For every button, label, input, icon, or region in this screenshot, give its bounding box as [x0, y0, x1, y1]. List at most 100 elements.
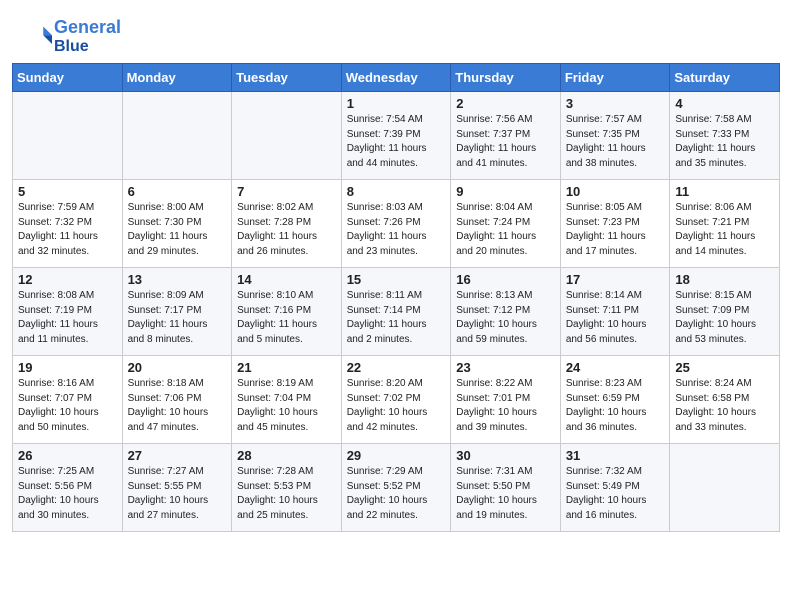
calendar-cell [232, 92, 342, 180]
day-number: 13 [128, 272, 227, 287]
calendar-week-row: 1Sunrise: 7:54 AM Sunset: 7:39 PM Daylig… [13, 92, 780, 180]
calendar-cell: 23 Sunrise: 8:22 AM Sunset: 7:01 PM Dayli… [451, 356, 561, 444]
day-number: 20 [128, 360, 227, 375]
calendar-cell: 6Sunrise: 8:00 AM Sunset: 7:30 PM Daylig… [122, 180, 232, 268]
day-info: Sunrise: 7:58 AM Sunset: 7:33 PM Dayligh… [675, 113, 774, 171]
calendar-cell: 13 Sunrise: 8:09 AM Sunset: 7:17 PM Dayli… [122, 268, 232, 356]
calendar-cell: 22 Sunrise: 8:20 AM Sunset: 7:02 PM Dayli… [341, 356, 451, 444]
day-info: Sunrise: 8:14 AM Sunset: 7:11 PM Dayligh… [566, 289, 665, 347]
day-number: 19 [18, 360, 117, 375]
day-number: 7 [237, 184, 336, 199]
calendar-cell: 4 Sunrise: 7:58 AM Sunset: 7:33 PM Daylig… [670, 92, 780, 180]
page-header: General Blue [0, 0, 792, 63]
weekday-header-thursday: Thursday [451, 64, 561, 92]
day-number: 11 [675, 184, 774, 199]
calendar-cell: 10 Sunrise: 8:05 AM Sunset: 7:23 PM Dayli… [560, 180, 670, 268]
calendar-table: SundayMondayTuesdayWednesdayThursdayFrid… [12, 63, 780, 532]
day-info: Sunrise: 8:24 AM Sunset: 6:58 PM Dayligh… [675, 377, 774, 435]
day-number: 29 [347, 448, 446, 463]
day-info: Sunrise: 8:18 AM Sunset: 7:06 PM Dayligh… [128, 377, 227, 435]
day-number: 24 [566, 360, 665, 375]
logo: General Blue [24, 18, 121, 55]
calendar-cell: 27 Sunrise: 7:27 AM Sunset: 5:55 PM Dayli… [122, 444, 232, 532]
calendar-cell: 5 Sunrise: 7:59 AM Sunset: 7:32 PM Daylig… [13, 180, 123, 268]
calendar-cell: 14 Sunrise: 8:10 AM Sunset: 7:16 PM Dayli… [232, 268, 342, 356]
day-number: 1 [347, 96, 446, 111]
day-number: 3 [566, 96, 665, 111]
day-info: Sunrise: 8:05 AM Sunset: 7:23 PM Dayligh… [566, 201, 665, 259]
logo-icon [24, 23, 52, 51]
weekday-header-tuesday: Tuesday [232, 64, 342, 92]
day-info: Sunrise: 8:02 AM Sunset: 7:28 PM Dayligh… [237, 201, 336, 259]
calendar-cell: 26 Sunrise: 7:25 AM Sunset: 5:56 PM Dayli… [13, 444, 123, 532]
day-info: Sunrise: 8:04 AM Sunset: 7:24 PM Dayligh… [456, 201, 555, 259]
calendar-cell [122, 92, 232, 180]
day-number: 21 [237, 360, 336, 375]
day-number: 22 [347, 360, 446, 375]
day-info: Sunrise: 8:08 AM Sunset: 7:19 PM Dayligh… [18, 289, 117, 347]
calendar-cell [13, 92, 123, 180]
calendar-cell [670, 444, 780, 532]
calendar-week-row: 19Sunrise: 8:16 AM Sunset: 7:07 PM Dayli… [13, 356, 780, 444]
day-number: 15 [347, 272, 446, 287]
calendar-cell: 24 Sunrise: 8:23 AM Sunset: 6:59 PM Dayli… [560, 356, 670, 444]
calendar-cell: 11Sunrise: 8:06 AM Sunset: 7:21 PM Dayli… [670, 180, 780, 268]
calendar-cell: 30Sunrise: 7:31 AM Sunset: 5:50 PM Dayli… [451, 444, 561, 532]
day-info: Sunrise: 8:22 AM Sunset: 7:01 PM Dayligh… [456, 377, 555, 435]
calendar-cell: 3 Sunrise: 7:57 AM Sunset: 7:35 PM Daylig… [560, 92, 670, 180]
day-number: 6 [128, 184, 227, 199]
day-info: Sunrise: 8:13 AM Sunset: 7:12 PM Dayligh… [456, 289, 555, 347]
day-number: 26 [18, 448, 117, 463]
weekday-header-monday: Monday [122, 64, 232, 92]
day-info: Sunrise: 8:20 AM Sunset: 7:02 PM Dayligh… [347, 377, 446, 435]
calendar-cell: 17 Sunrise: 8:14 AM Sunset: 7:11 PM Dayli… [560, 268, 670, 356]
calendar-week-row: 26 Sunrise: 7:25 AM Sunset: 5:56 PM Dayli… [13, 444, 780, 532]
day-number: 16 [456, 272, 555, 287]
day-number: 10 [566, 184, 665, 199]
weekday-header-sunday: Sunday [13, 64, 123, 92]
weekday-header-wednesday: Wednesday [341, 64, 451, 92]
day-info: Sunrise: 7:57 AM Sunset: 7:35 PM Dayligh… [566, 113, 665, 171]
calendar-cell: 31Sunrise: 7:32 AM Sunset: 5:49 PM Dayli… [560, 444, 670, 532]
day-info: Sunrise: 8:09 AM Sunset: 7:17 PM Dayligh… [128, 289, 227, 347]
day-number: 14 [237, 272, 336, 287]
calendar-week-row: 5 Sunrise: 7:59 AM Sunset: 7:32 PM Daylig… [13, 180, 780, 268]
calendar-cell: 21 Sunrise: 8:19 AM Sunset: 7:04 PM Dayli… [232, 356, 342, 444]
day-number: 5 [18, 184, 117, 199]
calendar-cell: 9Sunrise: 8:04 AM Sunset: 7:24 PM Daylig… [451, 180, 561, 268]
day-number: 2 [456, 96, 555, 111]
day-number: 25 [675, 360, 774, 375]
day-number: 27 [128, 448, 227, 463]
day-info: Sunrise: 7:59 AM Sunset: 7:32 PM Dayligh… [18, 201, 117, 259]
calendar-cell: 19Sunrise: 8:16 AM Sunset: 7:07 PM Dayli… [13, 356, 123, 444]
day-info: Sunrise: 8:19 AM Sunset: 7:04 PM Dayligh… [237, 377, 336, 435]
day-info: Sunrise: 8:15 AM Sunset: 7:09 PM Dayligh… [675, 289, 774, 347]
calendar-cell: 25 Sunrise: 8:24 AM Sunset: 6:58 PM Dayli… [670, 356, 780, 444]
day-number: 18 [675, 272, 774, 287]
day-info: Sunrise: 7:25 AM Sunset: 5:56 PM Dayligh… [18, 465, 117, 523]
day-number: 23 [456, 360, 555, 375]
day-info: Sunrise: 7:29 AM Sunset: 5:52 PM Dayligh… [347, 465, 446, 523]
day-info: Sunrise: 7:56 AM Sunset: 7:37 PM Dayligh… [456, 113, 555, 171]
day-info: Sunrise: 7:27 AM Sunset: 5:55 PM Dayligh… [128, 465, 227, 523]
weekday-header-saturday: Saturday [670, 64, 780, 92]
day-info: Sunrise: 7:31 AM Sunset: 5:50 PM Dayligh… [456, 465, 555, 523]
day-number: 12 [18, 272, 117, 287]
calendar-cell: 28 Sunrise: 7:28 AM Sunset: 5:53 PM Dayli… [232, 444, 342, 532]
day-info: Sunrise: 8:10 AM Sunset: 7:16 PM Dayligh… [237, 289, 336, 347]
calendar-cell: 8Sunrise: 8:03 AM Sunset: 7:26 PM Daylig… [341, 180, 451, 268]
calendar-week-row: 12 Sunrise: 8:08 AM Sunset: 7:19 PM Dayli… [13, 268, 780, 356]
weekday-header-friday: Friday [560, 64, 670, 92]
day-number: 4 [675, 96, 774, 111]
day-info: Sunrise: 7:32 AM Sunset: 5:49 PM Dayligh… [566, 465, 665, 523]
calendar-cell: 1Sunrise: 7:54 AM Sunset: 7:39 PM Daylig… [341, 92, 451, 180]
day-number: 8 [347, 184, 446, 199]
calendar-cell: 12 Sunrise: 8:08 AM Sunset: 7:19 PM Dayli… [13, 268, 123, 356]
day-info: Sunrise: 7:28 AM Sunset: 5:53 PM Dayligh… [237, 465, 336, 523]
day-number: 17 [566, 272, 665, 287]
calendar-cell: 29 Sunrise: 7:29 AM Sunset: 5:52 PM Dayli… [341, 444, 451, 532]
calendar-cell: 2 Sunrise: 7:56 AM Sunset: 7:37 PM Daylig… [451, 92, 561, 180]
calendar-cell: 7 Sunrise: 8:02 AM Sunset: 7:28 PM Daylig… [232, 180, 342, 268]
day-number: 28 [237, 448, 336, 463]
day-info: Sunrise: 8:23 AM Sunset: 6:59 PM Dayligh… [566, 377, 665, 435]
